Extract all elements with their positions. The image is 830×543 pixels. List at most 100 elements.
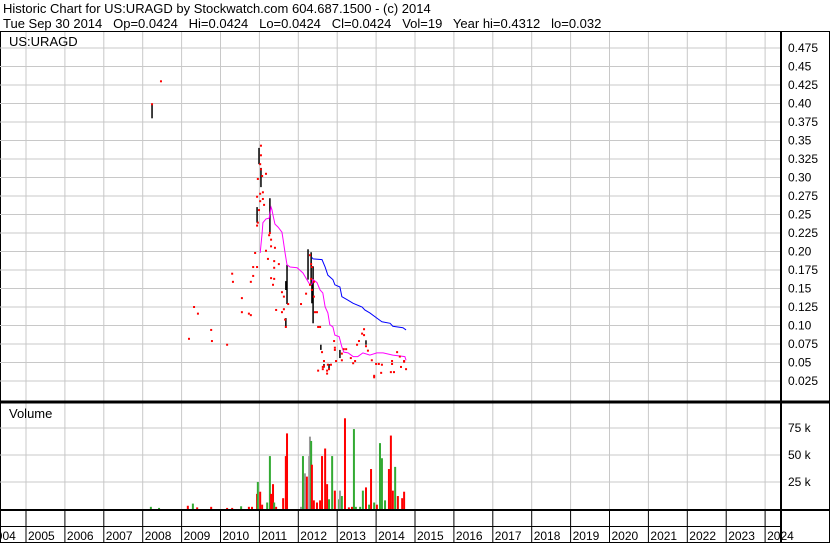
volume-bar [315,502,318,509]
close-point [333,340,336,343]
close-point [396,351,399,354]
volume-bar [343,418,346,509]
close-point [366,349,369,352]
volume-bar [186,505,189,509]
close-point [326,363,329,366]
close-point [364,345,367,348]
close-point [273,266,276,269]
volume-bar [394,466,397,509]
volume-bar [364,487,367,509]
close-point [268,234,271,237]
close-point [321,368,324,371]
close-point [249,280,252,283]
price-tick-label: 0.075 [788,337,818,351]
close-point [256,221,259,224]
price-tick-label: 0.275 [788,189,818,203]
close-point [273,246,276,249]
year-label: 2019 [573,529,600,543]
close-point [308,254,311,257]
volume-bar [403,491,406,509]
price-tick-label: 0.475 [788,41,818,55]
volume-bar [361,490,364,509]
close-point [354,360,357,363]
volume-bar [321,456,324,509]
close-point [314,311,317,314]
close-point [328,368,331,371]
volume-bar [347,507,350,509]
close-point [317,325,320,328]
year-label: 2013 [339,529,366,543]
year-label: 2014 [378,529,405,543]
price-tick-label: 0.10 [788,319,812,333]
close-point [287,303,290,306]
volume-bar [286,433,289,509]
close-point [312,280,315,283]
volume-bar [328,499,331,509]
close-point [272,283,275,286]
price-tick-label: 0.375 [788,115,818,129]
volume-bar [333,490,336,509]
year-label: 2006 [67,529,94,543]
volume-tick-label: 75 k [788,421,812,435]
close-point [310,277,313,280]
volume-bar [378,443,381,509]
year-label: 2015 [417,529,444,543]
close-point [361,332,364,335]
close-point [405,368,408,371]
year-label: 2011 [261,529,287,543]
close-point [349,357,352,360]
close-point [373,376,376,379]
volume-bar [380,458,383,509]
price-tick-label: 0.15 [788,282,812,296]
volume-bar [370,469,373,509]
volume-tick-label: 50 k [788,448,812,462]
year-label: 2021 [650,529,677,543]
close-point [268,232,271,234]
close-point [317,369,320,372]
close-point [240,297,243,300]
close-point [259,168,262,171]
close-point [259,144,262,147]
close-point [398,355,401,358]
price-tick-label: 0.425 [788,78,818,92]
volume-bar [331,456,334,509]
close-point [284,318,287,321]
close-point [319,325,322,328]
price-tick-label: 0.175 [788,263,818,277]
close-point [252,274,255,277]
close-point [240,311,243,314]
price-tick-label: 0.025 [788,374,818,388]
volume-bar [282,498,285,509]
price-tick-label: 0.325 [788,152,818,166]
close-point [315,311,318,314]
close-point [310,266,313,269]
close-point [187,337,190,340]
close-point [363,328,366,331]
volume-bar [270,493,273,509]
close-point [280,291,283,294]
volume-bar [300,506,303,509]
price-tick-label: 0.35 [788,134,812,148]
close-point [326,372,329,375]
year-label: 2012 [300,529,327,543]
close-point [196,312,199,315]
volume-bar [354,506,357,509]
volume-bar [259,491,262,509]
close-point [261,191,264,194]
volume-bar [305,476,308,509]
close-point [322,365,325,368]
volume-bar [261,504,264,509]
volume-bar [389,435,392,509]
close-point [210,328,213,331]
close-point [256,224,259,227]
volume-bar [384,500,387,509]
volume-bar [401,498,404,509]
close-point [356,343,359,346]
close-point [263,203,266,206]
year-label: 2007 [106,529,133,543]
close-point [321,351,324,354]
volume-bar [387,469,390,509]
volume-bar [338,490,341,509]
volume-bar [273,502,276,509]
close-point [308,283,311,286]
